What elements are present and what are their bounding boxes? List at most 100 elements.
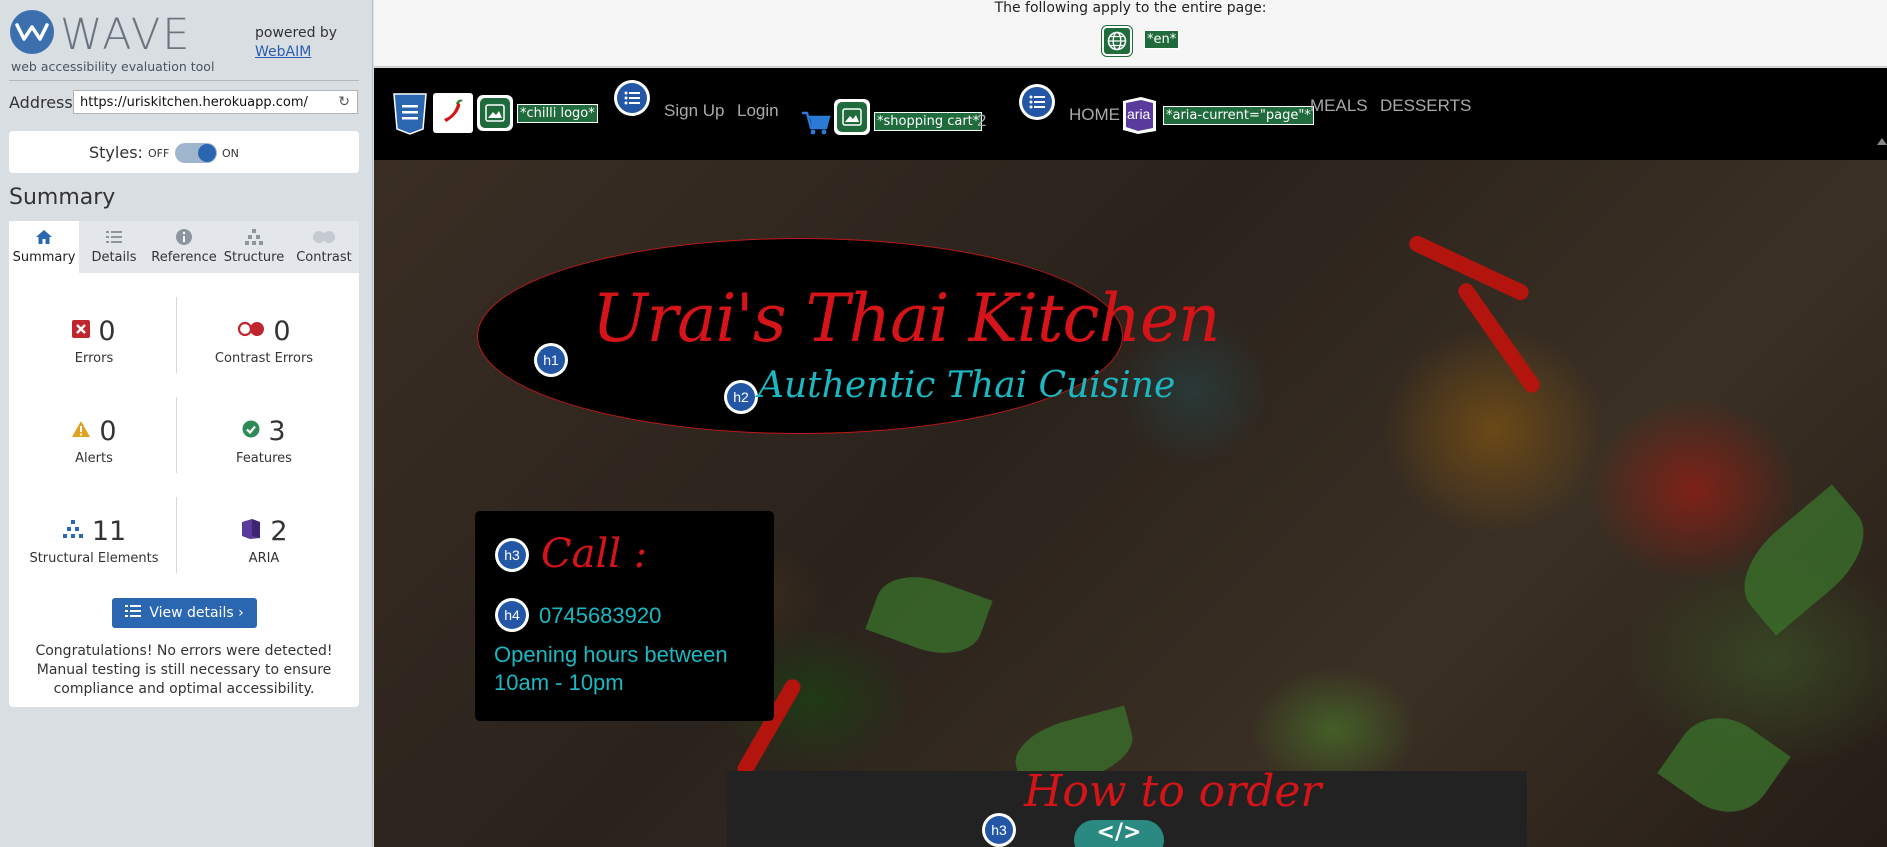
- features-count: 3: [268, 415, 286, 447]
- styles-label: Styles:: [89, 143, 143, 162]
- tab-contrast[interactable]: Contrast: [289, 221, 359, 273]
- image-alt-icon[interactable]: [477, 95, 513, 131]
- h3-badge: h3: [498, 541, 526, 569]
- chilli-logo-icon: [433, 93, 473, 133]
- view-details-label: View details ›: [149, 605, 244, 621]
- error-icon: [72, 320, 91, 342]
- call-heading: Call :: [541, 531, 648, 577]
- opening-hours: Opening hours between 10am - 10pm: [494, 642, 728, 695]
- h2-badge: h2: [727, 383, 755, 411]
- leaf-decoration: [1724, 484, 1884, 636]
- refresh-icon[interactable]: ↻: [338, 94, 350, 110]
- page-wide-text: The following apply to the entire page:: [994, 0, 1267, 16]
- how-to-order-heading: How to order: [1024, 766, 1322, 817]
- divider: [9, 80, 359, 81]
- lang-tag: *en*: [1144, 30, 1180, 49]
- h3-icon[interactable]: h3: [982, 813, 1016, 847]
- wave-logo-icon: [10, 10, 54, 54]
- h4-icon[interactable]: h4: [495, 598, 529, 632]
- chili-decoration: [1455, 280, 1543, 396]
- image-alt-icon[interactable]: [834, 99, 870, 135]
- summary-panel: Summary Details Reference Structure Cont…: [9, 221, 359, 707]
- wave-sidebar: WAVE web accessibility evaluation tool p…: [0, 0, 373, 847]
- h1-icon[interactable]: h1: [534, 343, 568, 377]
- chilli-logo-tag: *chilli logo*: [517, 104, 598, 123]
- language-icon[interactable]: [1102, 26, 1132, 56]
- aria-icon: [240, 518, 262, 544]
- nav-home[interactable]: HOME: [1069, 105, 1120, 125]
- code-icon[interactable]: </>: [1074, 820, 1164, 847]
- site-navbar: *chilli logo* Sign Up Login *shopping ca…: [374, 68, 1887, 160]
- scroll-up-arrow-icon[interactable]: [1877, 138, 1887, 145]
- evaluated-site: *chilli logo* Sign Up Login *shopping ca…: [374, 68, 1887, 847]
- login-link[interactable]: Login: [737, 101, 779, 121]
- webaim-link[interactable]: WebAIM: [255, 44, 311, 60]
- site-subtitle: Authentic Thai Cuisine: [758, 365, 1176, 406]
- stat-errors[interactable]: 0 Errors: [9, 313, 179, 366]
- h4-badge: h4: [498, 601, 526, 629]
- h3-icon[interactable]: h3: [495, 538, 529, 572]
- toggle-knob: [198, 144, 216, 162]
- contact-box: h3 Call : h4 0745683920 Opening hours be…: [475, 511, 774, 721]
- address-value: https://uriskitchen.herokuapp.com/: [80, 95, 308, 110]
- aria-icon[interactable]: aria: [1119, 95, 1159, 135]
- wave-tagline: web accessibility evaluation tool: [11, 59, 215, 74]
- nav-meals[interactable]: MEALS: [1310, 96, 1368, 116]
- sign-up-link[interactable]: Sign Up: [664, 101, 724, 121]
- home-icon: [35, 228, 53, 250]
- tab-label: Contrast: [296, 250, 352, 265]
- tab-label: Details: [91, 250, 137, 265]
- tab-structure[interactable]: Structure: [219, 221, 289, 273]
- list-icon[interactable]: [1019, 84, 1055, 120]
- aria-icon-label: aria: [1127, 106, 1151, 122]
- styles-toggle[interactable]: [175, 143, 217, 163]
- styles-off-label: OFF: [148, 147, 170, 160]
- contrast-icon: [311, 228, 337, 250]
- view-details-button[interactable]: View details ›: [112, 598, 257, 628]
- h1-badge: h1: [537, 346, 565, 374]
- alerts-count: 0: [99, 415, 117, 447]
- stat-contrast-errors[interactable]: 0 Contrast Errors: [179, 313, 349, 367]
- structural-label: Structural Elements: [29, 551, 159, 566]
- aria-count: 2: [270, 515, 288, 547]
- stat-aria[interactable]: 2 ARIA: [179, 513, 349, 566]
- aria-label: ARIA: [248, 551, 280, 566]
- address-input[interactable]: https://uriskitchen.herokuapp.com/ ↻: [73, 90, 358, 114]
- powered-by-label: powered by: [255, 25, 338, 41]
- site-title: Urai's Thai Kitchen: [592, 280, 1221, 357]
- html-logo-icon: [391, 93, 429, 135]
- address-label: Address:: [9, 93, 79, 112]
- contrast-errors-label: Contrast Errors: [214, 351, 314, 366]
- tab-details[interactable]: Details: [79, 221, 149, 273]
- stat-structural[interactable]: 11 Structural Elements: [9, 513, 179, 567]
- leaf-decoration: [865, 563, 993, 667]
- list-icon: [125, 604, 142, 622]
- stat-features[interactable]: 3 Features: [179, 413, 349, 467]
- tab-summary[interactable]: Summary: [9, 221, 79, 273]
- structure-icon: [62, 519, 84, 543]
- phone-number[interactable]: 0745683920: [539, 603, 661, 629]
- shopping-cart-tag: *shopping cart*: [874, 112, 983, 131]
- stat-alerts[interactable]: 0 Alerts: [9, 413, 179, 466]
- list-icon: [105, 228, 123, 250]
- tab-reference[interactable]: Reference: [149, 221, 219, 273]
- styles-card: Styles: OFF ON: [9, 131, 359, 173]
- errors-label: Errors: [74, 351, 114, 366]
- alerts-label: Alerts: [75, 451, 113, 466]
- page-wide-bar: The following apply to the entire page: …: [374, 0, 1887, 67]
- contrast-errors-count: 0: [273, 315, 291, 347]
- h3-badge: h3: [985, 816, 1013, 844]
- contrast-error-icon: [237, 321, 265, 341]
- tab-label: Reference: [151, 250, 217, 265]
- h2-icon[interactable]: h2: [724, 380, 758, 414]
- leaf-decoration: [1657, 699, 1791, 831]
- list-icon[interactable]: [614, 80, 650, 116]
- tab-label: Summary: [12, 250, 76, 265]
- cart-count: 2: [977, 111, 987, 130]
- hierarchy-icon: [244, 228, 264, 250]
- cart-icon[interactable]: [801, 110, 831, 136]
- congratulations-message: Congratulations! No errors were detected…: [35, 643, 333, 697]
- summary-title: Summary: [9, 185, 116, 210]
- nav-desserts[interactable]: DESSERTS: [1380, 96, 1471, 116]
- structural-count: 11: [91, 515, 127, 547]
